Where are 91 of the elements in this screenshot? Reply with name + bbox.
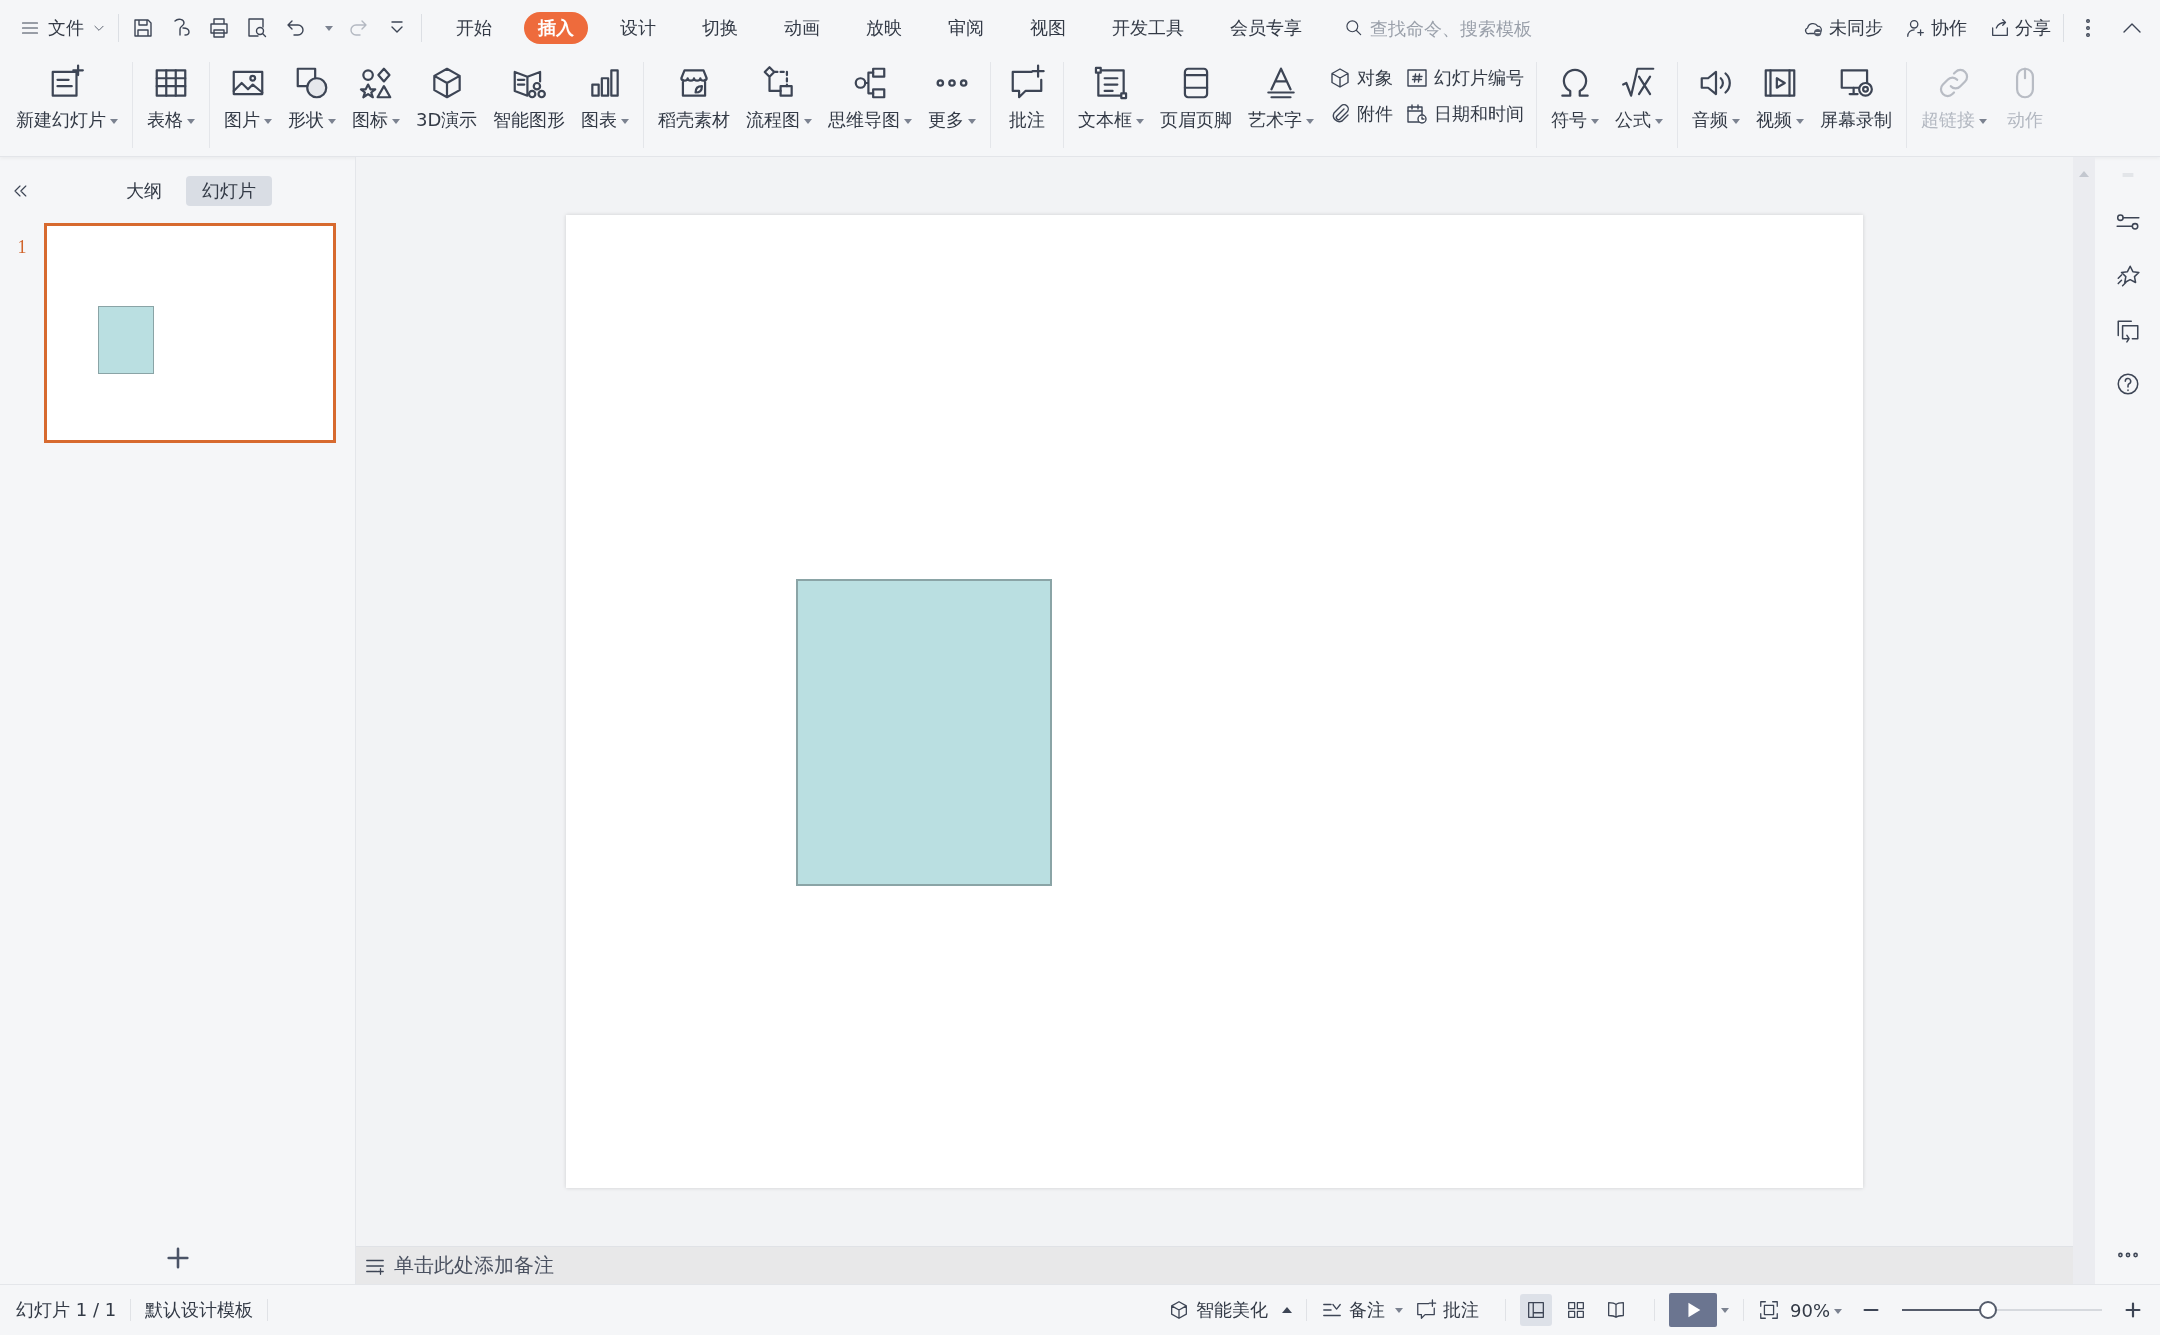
caret-icon[interactable] — [325, 25, 333, 31]
ribbon-button[interactable]: 对象 — [1324, 64, 1398, 92]
caret-icon — [1655, 118, 1664, 124]
ribbon-button[interactable]: 思维导图 — [822, 58, 919, 136]
share-icon — [1989, 17, 2011, 39]
book-icon — [1605, 1299, 1627, 1321]
panel-tab[interactable]: 大纲 — [110, 176, 178, 206]
caret-icon — [264, 118, 272, 124]
more-icon — [935, 78, 970, 88]
ribbon-button[interactable]: 更多 — [922, 58, 983, 136]
ribbon-button[interactable]: 附件 — [1324, 100, 1398, 128]
hash-icon — [1405, 66, 1430, 90]
ribbon-tab[interactable]: 会员专享 — [1216, 12, 1316, 44]
ribbon-button[interactable]: 艺术字 — [1242, 58, 1321, 136]
save-icon[interactable] — [131, 16, 155, 40]
caret-icon — [1796, 118, 1805, 124]
caret-icon — [1732, 118, 1741, 124]
caret-icon — [968, 118, 977, 124]
comments-button[interactable]: 批注 — [1415, 1298, 1479, 1322]
ribbon-button[interactable]: 幻灯片编号 — [1401, 64, 1529, 92]
notes-button[interactable]: 备注 — [1321, 1298, 1403, 1322]
ribbon-tab[interactable]: 设计 — [606, 12, 670, 44]
play-button[interactable] — [1669, 1293, 1717, 1327]
caret-up-icon[interactable] — [1282, 1307, 1292, 1313]
ribbon-button[interactable]: 流程图 — [740, 58, 819, 136]
ribbon-button[interactable]: 3D演示 — [410, 58, 484, 136]
caret-icon — [1136, 118, 1145, 124]
ribbon-button[interactable]: 形状 — [282, 58, 342, 136]
ribbon-button[interactable]: 表格 — [141, 58, 201, 136]
slide-count: 幻灯片 1 / 1 — [16, 1298, 117, 1322]
preview-icon[interactable] — [245, 16, 269, 40]
ribbon-button[interactable]: 符号 — [1545, 58, 1606, 136]
ribbon-tab[interactable]: 开发工具 — [1098, 12, 1198, 44]
ribbon-tab[interactable]: 放映 — [852, 12, 916, 44]
ribbon-button[interactable]: 新建幻灯片 — [10, 58, 124, 136]
account-action[interactable]: 协作 — [1905, 16, 1967, 40]
notes-field[interactable]: 单击此处添加备注 — [356, 1246, 2073, 1284]
ribbon-button[interactable]: 智能图形 — [487, 58, 572, 136]
account-action[interactable]: 分享 — [1989, 16, 2051, 40]
ribbon-button[interactable]: 稻壳素材 — [652, 58, 737, 136]
ribbon-tab[interactable]: 开始 — [442, 12, 506, 44]
rectangle-shape — [97, 306, 155, 374]
ribbon-button[interactable]: 视频 — [1750, 58, 1811, 136]
slide-number: 1 — [16, 236, 28, 258]
caret-icon — [328, 118, 336, 124]
normal-view-button[interactable] — [1520, 1294, 1552, 1326]
ribbon-button[interactable]: 页眉页脚 — [1154, 58, 1239, 136]
ribbon-button[interactable]: 日期和时间 — [1401, 100, 1529, 128]
ribbon-button[interactable]: 屏幕录制 — [1814, 58, 1899, 136]
caret-icon — [1395, 1307, 1403, 1313]
ribbon-tab[interactable]: 视图 — [1016, 12, 1080, 44]
print-icon[interactable] — [207, 16, 231, 40]
ribbon-button[interactable]: 公式 — [1609, 58, 1670, 136]
calendar-icon — [1405, 102, 1430, 126]
normal-view-icon — [1525, 1299, 1547, 1321]
caret-icon — [904, 118, 913, 124]
search-icon — [1344, 18, 1364, 38]
ribbon-button[interactable]: 图片 — [218, 58, 278, 136]
caret-icon — [1834, 1309, 1842, 1314]
beautify-button[interactable]: 智能美化 — [1168, 1298, 1268, 1322]
ribbon-button[interactable]: 图表 — [575, 58, 636, 136]
caret-icon — [187, 118, 195, 124]
grid-view-icon — [1565, 1299, 1587, 1321]
slide-thumbnail[interactable] — [44, 223, 336, 443]
caret-icon — [621, 118, 630, 124]
scrollbar[interactable] — [2073, 157, 2095, 1284]
caret-icon — [1591, 118, 1600, 124]
ribbon-button[interactable]: 图标 — [346, 58, 406, 136]
star-icon[interactable] — [2114, 263, 2141, 289]
template-name: 默认设计模板 — [145, 1298, 254, 1322]
panel-tab[interactable]: 幻灯片 — [186, 176, 272, 206]
search-field[interactable]: 查找命令、搜索模板 — [1344, 16, 1592, 40]
person-plus-icon — [1905, 17, 1927, 39]
account-action[interactable]: 未同步 — [1803, 16, 1883, 40]
comment-plus-icon — [1415, 1299, 1437, 1321]
caret-icon — [110, 118, 118, 124]
caret-icon — [1306, 118, 1315, 124]
caret-icon — [804, 118, 813, 124]
cube-icon — [1168, 1299, 1190, 1321]
caret-icon — [392, 118, 400, 124]
ribbon-button[interactable]: 音频 — [1686, 58, 1747, 136]
ribbon-button[interactable]: 批注 — [999, 58, 1056, 136]
file-menu[interactable]: 文件 — [20, 16, 106, 40]
fit-window-icon[interactable] — [1758, 1299, 1780, 1321]
caret-icon[interactable] — [1721, 1307, 1729, 1313]
ribbon-tab[interactable]: 审阅 — [934, 12, 998, 44]
ribbon-button[interactable]: 文本框 — [1072, 58, 1151, 136]
ribbon-tab[interactable]: 切换 — [688, 12, 752, 44]
ribbon-tab[interactable]: 动画 — [770, 12, 834, 44]
zoom-level[interactable]: 90% — [1790, 1299, 1842, 1321]
caret-icon — [1979, 118, 1988, 124]
